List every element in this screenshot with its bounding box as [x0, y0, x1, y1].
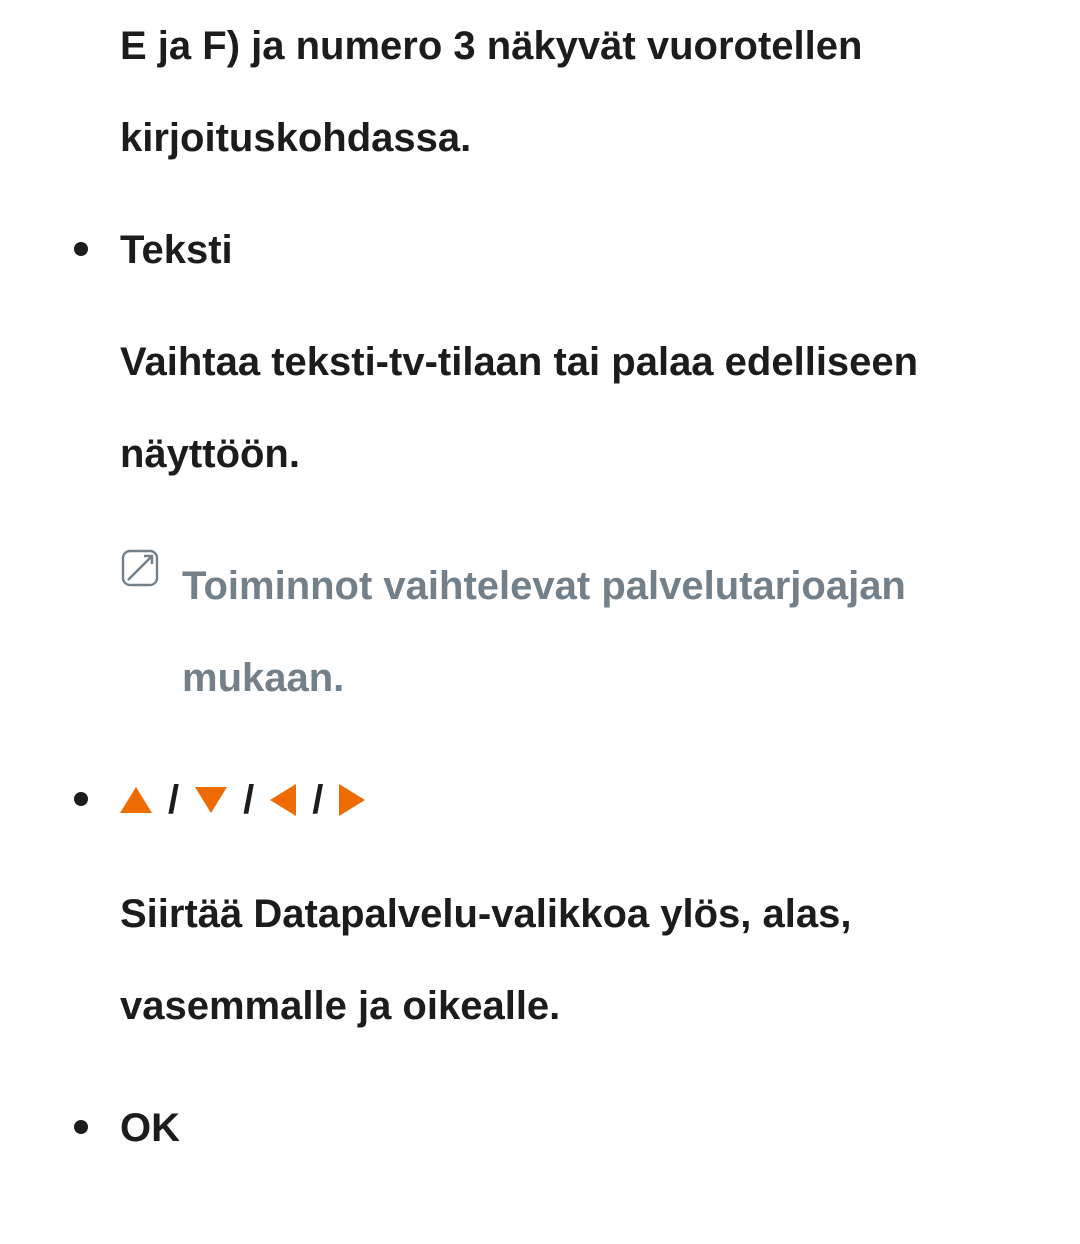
separator: / — [239, 774, 258, 826]
item-description: Siirtää Datapalvelu-valikkoa ylös, alas,… — [120, 868, 1020, 1052]
item-title: Teksti — [120, 224, 1020, 276]
separator: / — [164, 774, 183, 826]
item-title: OK — [120, 1102, 1020, 1154]
arrow-down-icon — [195, 787, 227, 813]
arrow-up-icon — [120, 787, 152, 813]
list-item-arrows: / / / Siirtää Datapalvelu-valikkoa ylös,… — [60, 774, 1020, 1052]
separator: / — [308, 774, 327, 826]
note-icon — [120, 548, 160, 588]
note-row: Toiminnot vaihtelevat palvelutarjoajan m… — [120, 540, 1020, 724]
item-description: Vaihtaa teksti-tv-tilaan tai palaa edell… — [120, 316, 1020, 500]
document-body: E ja F) ja numero 3 näkyvät vuorotellen … — [0, 0, 1080, 1244]
list-item-ok: OK — [60, 1102, 1020, 1154]
list-item-teksti: Teksti Vaihtaa teksti-tv-tilaan tai pala… — [60, 224, 1020, 724]
arrow-title: / / / — [120, 774, 1020, 826]
item-list: Teksti Vaihtaa teksti-tv-tilaan tai pala… — [60, 224, 1020, 1154]
continuation-text: E ja F) ja numero 3 näkyvät vuorotellen … — [60, 0, 1020, 184]
arrow-left-icon — [270, 784, 296, 816]
note-text: Toiminnot vaihtelevat palvelutarjoajan m… — [182, 540, 1020, 724]
arrow-right-icon — [339, 784, 365, 816]
